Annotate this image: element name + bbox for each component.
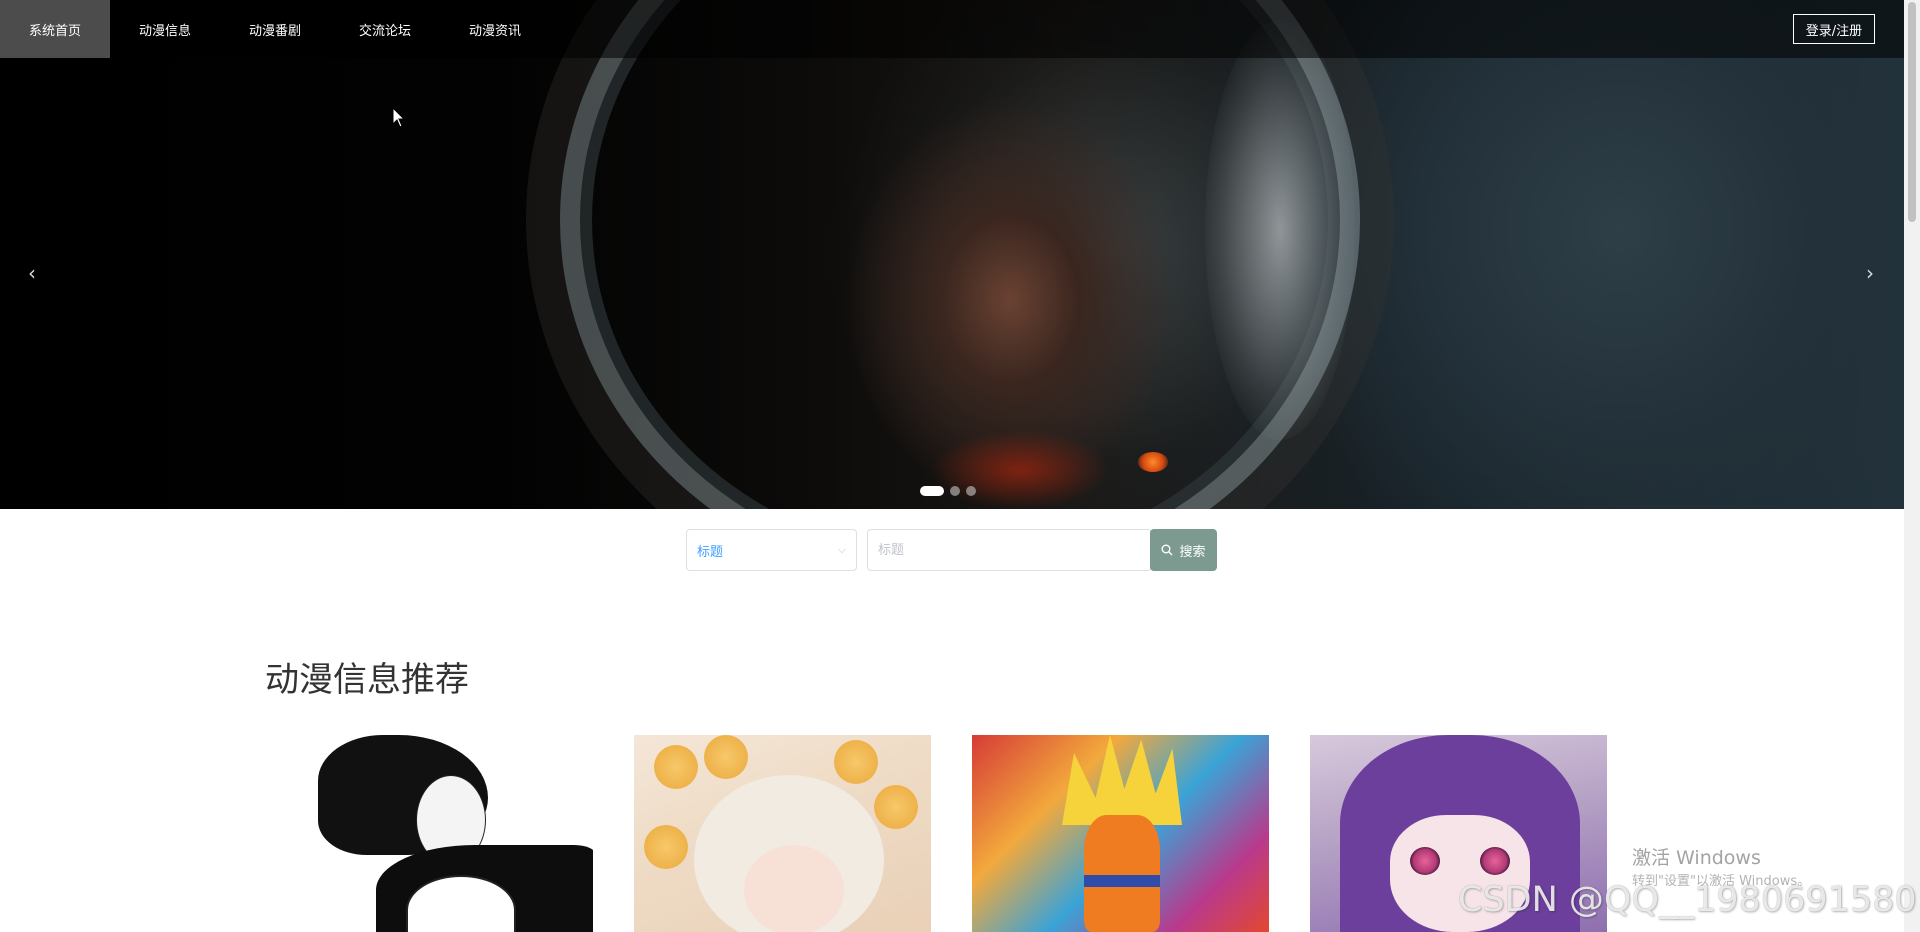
- login-register-button[interactable]: 登录/注册: [1793, 14, 1875, 44]
- mouse-cursor-icon: [392, 107, 406, 128]
- card-image-eye: [1410, 847, 1440, 875]
- carousel-dot-3[interactable]: [966, 486, 976, 496]
- chevron-down-icon: ⌵: [837, 543, 846, 556]
- search-field-select[interactable]: 标题 ⌵: [686, 529, 857, 571]
- search-icon: [1161, 544, 1173, 556]
- hero-carousel: [0, 0, 1904, 509]
- helmet-highlight: [1205, 20, 1355, 440]
- search-bar: 标题 ⌵ 搜索: [686, 529, 1217, 571]
- card-image-flower: [834, 740, 878, 784]
- chevron-right-icon: ›: [1866, 261, 1874, 285]
- nav-item-anime-info[interactable]: 动漫信息: [110, 0, 220, 58]
- card-image-eye: [1480, 847, 1510, 875]
- card-image-body: [1084, 815, 1160, 932]
- anime-card[interactable]: [972, 735, 1269, 932]
- select-value: 标题: [697, 544, 724, 560]
- nav-item-anime-news[interactable]: 动漫资讯: [440, 0, 550, 58]
- card-image: [1062, 735, 1182, 825]
- search-button[interactable]: 搜索: [1150, 529, 1217, 571]
- carousel-next-button[interactable]: ›: [1855, 258, 1885, 288]
- nav-item-home[interactable]: 系统首页: [0, 0, 110, 58]
- carousel-dot-1[interactable]: [920, 486, 944, 496]
- card-image-flower: [874, 785, 918, 829]
- card-image-flower: [654, 745, 698, 789]
- chevron-left-icon: ‹: [28, 261, 36, 285]
- card-image-flower: [644, 825, 688, 869]
- helmet-lamp: [1138, 452, 1168, 472]
- nav-item-forum[interactable]: 交流论坛: [330, 0, 440, 58]
- search-input[interactable]: [867, 529, 1152, 571]
- page-scrollbar[interactable]: [1904, 0, 1920, 932]
- carousel-dot-2[interactable]: [950, 486, 960, 496]
- search-button-label: 搜索: [1179, 544, 1206, 560]
- csdn-watermark: CSDN @QQ__1980691580: [1458, 880, 1917, 920]
- nav-item-anime-series[interactable]: 动漫番剧: [220, 0, 330, 58]
- helmet-red-glow: [930, 430, 1110, 509]
- anime-card[interactable]: [296, 735, 593, 932]
- card-image-belt: [1084, 875, 1160, 887]
- carousel-prev-button[interactable]: ‹: [17, 258, 47, 288]
- card-image-face: [744, 845, 844, 932]
- scrollbar-thumb[interactable]: [1908, 2, 1916, 222]
- card-image-flower: [704, 735, 748, 779]
- section-title: 动漫信息推荐: [265, 660, 469, 700]
- windows-activation-title: 激活 Windows: [1632, 847, 1761, 869]
- anime-card[interactable]: [634, 735, 931, 932]
- carousel-indicators: [920, 486, 976, 496]
- top-navigation: 系统首页 动漫信息 动漫番剧 交流论坛 动漫资讯 登录/注册: [0, 0, 1904, 58]
